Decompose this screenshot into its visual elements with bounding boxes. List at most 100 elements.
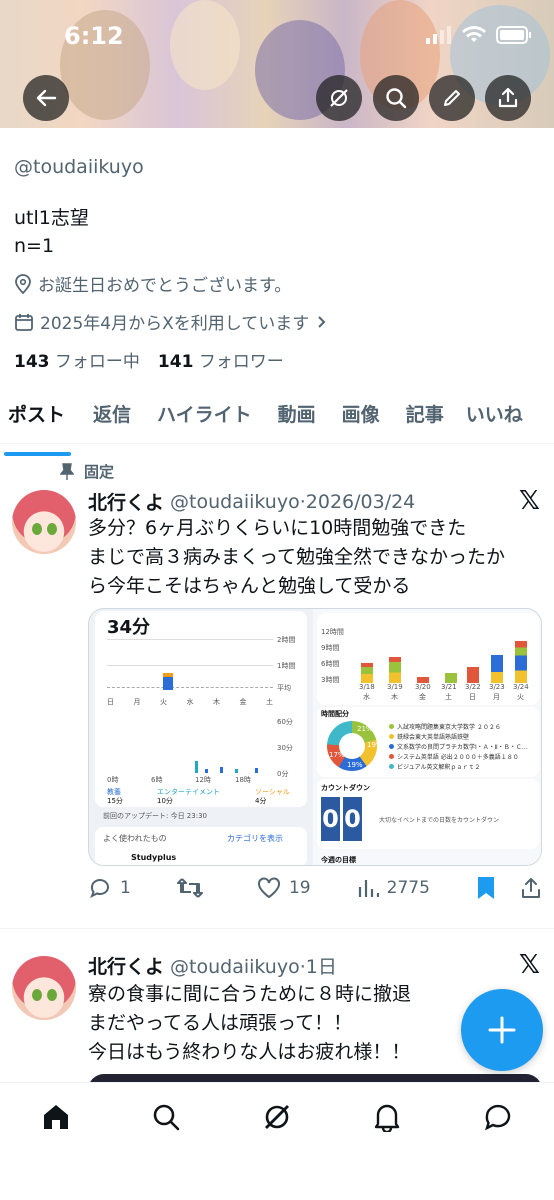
nav-home[interactable] <box>38 1099 74 1135</box>
nav-search[interactable] <box>148 1099 184 1135</box>
tab-likes[interactable]: いいね <box>458 396 531 443</box>
countdown-digit: 0 <box>321 797 340 841</box>
following-label: フォロー中 <box>54 352 140 372</box>
countdown-digit: 0 <box>343 797 362 841</box>
grok-icon <box>330 89 348 107</box>
x-logo-icon: 𝕏 <box>519 486 540 516</box>
joined-text: 2025年4月からXを利用しています <box>40 314 310 334</box>
calendar-icon <box>15 313 33 331</box>
tweet-text-line: まじで高３病みまくって勉強全然できなかったか <box>88 546 506 568</box>
followers-count: 141 <box>157 352 194 372</box>
app-name: Studyplus <box>131 853 177 862</box>
views-button[interactable]: 2775 <box>357 877 430 899</box>
followers-link[interactable]: 141 フォロワー <box>158 347 284 372</box>
subject-label: 鉄緑会東大英単語熟語鉄壁 <box>397 733 470 741</box>
bar-axis-label: 3時間 <box>321 676 340 684</box>
share-button[interactable] <box>485 75 531 121</box>
tweet-text: 寮の食事に間に合うために８時に撤退 まだやってる人は頑張って！！ 今日はもう終わ… <box>88 980 411 1067</box>
legend-dot <box>389 743 394 749</box>
legend-dot <box>389 733 394 739</box>
tab-highlights[interactable]: ハイライト <box>149 396 260 443</box>
like-button[interactable]: 19 <box>257 877 311 899</box>
nav-notifications[interactable] <box>369 1099 405 1135</box>
share-icon[interactable] <box>520 877 542 899</box>
compose-button[interactable] <box>461 989 543 1071</box>
joined-row[interactable]: 2025年4月からXを利用しています <box>14 309 329 334</box>
tab-posts[interactable]: ポスト <box>0 396 73 456</box>
avatar[interactable] <box>12 490 76 554</box>
tweet-author-name[interactable]: 北行くよ <box>88 952 164 979</box>
nav-grok[interactable] <box>259 1099 295 1135</box>
bio-line: n=1 <box>14 235 55 257</box>
bar-day: 木 <box>391 693 398 701</box>
bar-date: 3/24 <box>513 683 529 691</box>
hour-label: 0時 <box>107 776 119 784</box>
countdown-title: カウントダウン <box>321 784 370 792</box>
following-link[interactable]: 143 フォロー中 <box>14 347 140 372</box>
legend-value: 4分 <box>255 797 267 805</box>
avatar[interactable] <box>12 956 76 1020</box>
tweet-text-line: 多分？6ヶ月ぶりくらいに10時間勉強できた <box>88 517 467 539</box>
tweet-author-name[interactable]: 北行くよ <box>88 488 164 515</box>
tab-images[interactable]: 画像 <box>334 396 388 443</box>
usage-bar <box>235 769 238 773</box>
bell-icon <box>374 1104 400 1132</box>
tweet-media[interactable]: 34分 2時間 1時間 平均 日 月 火 水 木 金 土 60分 30分 0分 <box>88 608 542 866</box>
nav-messages[interactable] <box>480 1099 516 1135</box>
study-bar <box>445 673 457 683</box>
time-distribution-card: 時間配分 21% 19% 19% 17% 入試攻略問題集東京大学数学 ２０２６ … <box>317 707 539 777</box>
axis-label: 2時間 <box>277 636 296 644</box>
profile-banner[interactable]: 6:12 <box>0 0 554 128</box>
followers-label: フォロワー <box>198 352 284 372</box>
retweet-icon <box>176 878 203 898</box>
subject-label: ビジュアル英文解釈ｐａｒｔ２ <box>397 763 481 771</box>
bar-day: 水 <box>363 693 370 701</box>
tab-articles[interactable]: 記事 <box>398 396 452 443</box>
bar-axis-label: 6時間 <box>321 660 340 668</box>
reply-count: 1 <box>120 878 131 898</box>
retweet-button[interactable] <box>176 876 211 900</box>
subject-label: 文系数学の良問プラチカ数学Ⅰ・Ａ・Ⅱ・Ｂ・Ｃ… <box>397 743 528 751</box>
last-updated: 前回のアップデート: 今日 23:30 <box>103 812 207 820</box>
search-button[interactable] <box>373 75 419 121</box>
back-button[interactable] <box>23 75 69 121</box>
subject-item: 鉄緑会東大英単語熟語鉄壁 <box>389 731 528 741</box>
legend-value: 10分 <box>157 797 173 805</box>
tweet-extra-actions <box>476 876 542 900</box>
study-bar <box>515 641 527 683</box>
edit-button[interactable] <box>429 75 475 121</box>
signal-icon <box>426 26 451 44</box>
home-icon <box>44 1105 68 1129</box>
weekday: 水 <box>186 698 194 706</box>
bookmark-icon[interactable] <box>476 876 496 900</box>
bar-date: 3/18 <box>359 683 375 691</box>
weekly-goal-title: 今週の目標 <box>321 856 356 864</box>
tweet-text-line: 今日はもう終わりな人はお疲れ様！！ <box>88 1041 411 1063</box>
tweet-handle-date[interactable]: @toudaiikuyo·1日 <box>170 952 337 979</box>
share-icon <box>498 87 518 108</box>
grok-button[interactable] <box>316 75 362 121</box>
pie-label: 21% <box>357 725 373 733</box>
screen-time-image: 34分 2時間 1時間 平均 日 月 火 水 木 金 土 60分 30分 0分 <box>89 609 313 865</box>
subject-item: ビジュアル英文解釈ｐａｒｔ２ <box>389 761 528 771</box>
grid-line <box>107 665 273 666</box>
chevron-right-icon <box>318 315 326 328</box>
most-used-card: よく使われたもの カテゴリを表示 Studyplus <box>95 827 307 865</box>
location-pin-icon <box>15 273 31 294</box>
axis-label: 30分 <box>277 744 293 752</box>
tweet-header: 北行くよ @toudaiikuyo·2026/03/24 <box>88 488 415 515</box>
tab-videos[interactable]: 動画 <box>270 396 324 443</box>
legend-dot <box>389 753 394 759</box>
bar-day: 月 <box>493 693 500 701</box>
grid-line <box>107 639 273 640</box>
usage-bar <box>163 673 173 677</box>
study-bar-chart: 12時間 9時間 6時間 3時間 3/18 3/19 3/20 3/21 3/2… <box>317 613 539 705</box>
tab-replies[interactable]: 返信 <box>85 396 139 443</box>
tweet-actions: 1 19 2775 <box>88 876 542 900</box>
reply-button[interactable]: 1 <box>88 876 131 900</box>
reply-icon <box>90 879 109 899</box>
tweet-handle-date[interactable]: @toudaiikuyo·2026/03/24 <box>170 491 415 513</box>
avg-line <box>107 687 273 688</box>
status-icons <box>426 26 532 44</box>
weekday: 日 <box>107 698 114 706</box>
